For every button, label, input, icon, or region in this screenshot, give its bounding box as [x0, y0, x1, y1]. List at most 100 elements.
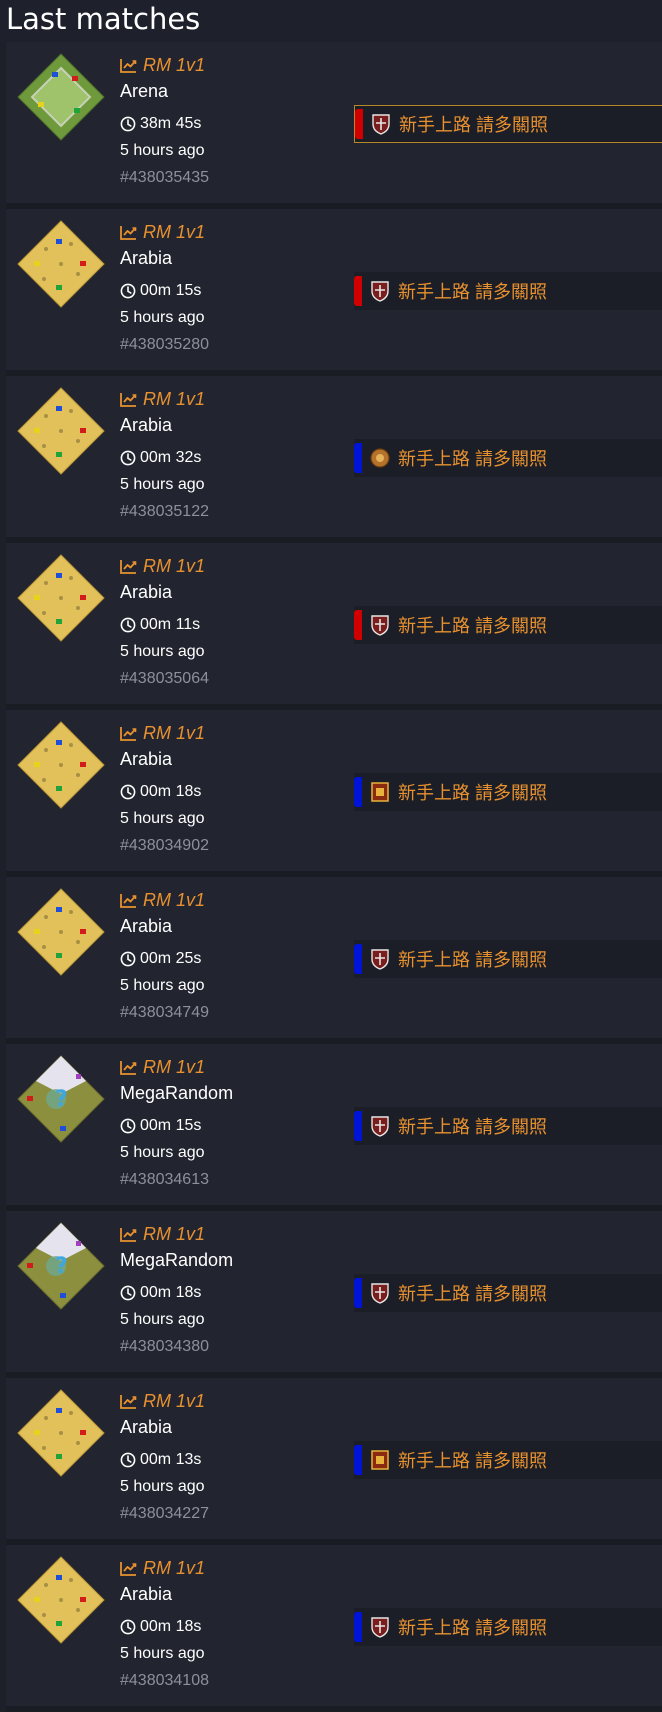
- player-color-bar: [354, 944, 362, 974]
- match-id[interactable]: #438034227: [120, 1500, 340, 1526]
- player-row[interactable]: 新手上路 請多關照: [354, 439, 662, 477]
- clock-icon: [120, 450, 136, 466]
- match-info: RM 1v1 MegaRandom 00m 15s 5 hours ago #4…: [120, 1054, 340, 1192]
- player-row[interactable]: 新手上路 請多關照: [354, 1608, 662, 1646]
- player-color-bar: [354, 276, 362, 306]
- game-mode: RM 1v1: [120, 1054, 340, 1080]
- game-mode: RM 1v1: [120, 887, 340, 913]
- match-duration: 00m 32s: [120, 446, 340, 470]
- civ-shield-icon: [371, 615, 389, 636]
- duration-text: 00m 13s: [140, 1451, 202, 1468]
- match-id[interactable]: #438035280: [120, 331, 340, 357]
- map-name: Arabia: [120, 415, 173, 435]
- player-color-bar: [354, 1111, 362, 1141]
- player-name[interactable]: 新手上路 請多關照: [398, 1113, 547, 1139]
- player-color-bar: [354, 610, 362, 640]
- chart-line-icon: [120, 58, 137, 73]
- clock-icon: [120, 283, 136, 299]
- match-duration: 00m 13s: [120, 1448, 340, 1472]
- map-name: MegaRandom: [120, 1250, 234, 1270]
- clock-icon: [120, 951, 136, 967]
- match-card[interactable]: RM 1v1 Arabia 00m 18s 5 hours ago #43803…: [6, 710, 662, 877]
- match-card[interactable]: RM 1v1 Arabia 00m 18s 5 hours ago #43803…: [6, 1545, 662, 1712]
- svg-text:?: ?: [55, 1087, 68, 1112]
- duration-text: 00m 25s: [140, 950, 202, 967]
- player-row[interactable]: 新手上路 請多關照: [354, 606, 662, 644]
- match-id[interactable]: #438034380: [120, 1333, 340, 1359]
- match-card[interactable]: RM 1v1 Arabia 00m 32s 5 hours ago #43803…: [6, 376, 662, 543]
- map-name: Arabia: [120, 1417, 173, 1437]
- game-mode-label: RM 1v1: [143, 1223, 206, 1244]
- match-id[interactable]: #438034902: [120, 832, 340, 858]
- match-card[interactable]: RM 1v1 Arena 38m 45s 5 hours ago #438035…: [6, 42, 662, 209]
- match-info: RM 1v1 Arabia 00m 15s 5 hours ago #43803…: [120, 219, 340, 357]
- chart-line-icon: [120, 1060, 137, 1075]
- civ-banner-icon: [371, 1450, 389, 1470]
- chart-line-icon: [120, 225, 137, 240]
- match-id[interactable]: #438035064: [120, 665, 340, 691]
- player-row[interactable]: 新手上路 請多關照: [354, 1441, 662, 1479]
- player-name[interactable]: 新手上路 請多關照: [398, 1614, 547, 1640]
- player-name[interactable]: 新手上路 請多關照: [398, 946, 547, 972]
- duration-text: 00m 18s: [140, 783, 202, 800]
- arabia-map-icon: [17, 721, 105, 809]
- time-ago: 5 hours ago: [120, 643, 205, 660]
- match-card[interactable]: RM 1v1 Arabia 00m 25s 5 hours ago #43803…: [6, 877, 662, 1044]
- match-id[interactable]: #438035122: [120, 498, 340, 524]
- chart-line-icon: [120, 1394, 137, 1409]
- player-row[interactable]: 新手上路 請多關照: [354, 1274, 662, 1312]
- civ-shield-icon: [371, 281, 389, 302]
- player-row[interactable]: 新手上路 請多關照: [354, 1107, 662, 1145]
- player-row[interactable]: 新手上路 請多關照: [354, 272, 662, 310]
- match-info: RM 1v1 Arabia 00m 18s 5 hours ago #43803…: [120, 720, 340, 858]
- player-name[interactable]: 新手上路 請多關照: [398, 612, 547, 638]
- match-card[interactable]: RM 1v1 Arabia 00m 11s 5 hours ago #43803…: [6, 543, 662, 710]
- player-row[interactable]: 新手上路 請多關照: [354, 105, 662, 143]
- match-card[interactable]: RM 1v1 Arabia 00m 13s 5 hours ago #43803…: [6, 1378, 662, 1545]
- game-mode: RM 1v1: [120, 1555, 340, 1581]
- player-name[interactable]: 新手上路 請多關照: [398, 278, 547, 304]
- clock-icon: [120, 1452, 136, 1468]
- match-info: RM 1v1 Arabia 00m 11s 5 hours ago #43803…: [120, 553, 340, 691]
- match-id[interactable]: #438035435: [120, 164, 340, 190]
- player-row[interactable]: 新手上路 請多關照: [354, 940, 662, 978]
- player-name[interactable]: 新手上路 請多關照: [398, 779, 547, 805]
- game-mode-label: RM 1v1: [143, 1056, 206, 1077]
- game-mode-label: RM 1v1: [143, 1390, 206, 1411]
- player-color-bar: [355, 109, 363, 139]
- player-name[interactable]: 新手上路 請多關照: [398, 1280, 547, 1306]
- arabia-map-icon: [17, 888, 105, 976]
- match-info: RM 1v1 MegaRandom 00m 18s 5 hours ago #4…: [120, 1221, 340, 1359]
- duration-text: 00m 15s: [140, 1117, 202, 1134]
- time-ago: 5 hours ago: [120, 142, 205, 159]
- match-list: RM 1v1 Arena 38m 45s 5 hours ago #438035…: [0, 42, 662, 1712]
- game-mode: RM 1v1: [120, 1221, 340, 1247]
- match-card[interactable]: ? RM 1v1 MegaRandom 00m 18s 5 hours ago …: [6, 1211, 662, 1378]
- chart-line-icon: [120, 893, 137, 908]
- game-mode-label: RM 1v1: [143, 221, 206, 242]
- match-card[interactable]: ? RM 1v1 MegaRandom 00m 15s 5 hours ago …: [6, 1044, 662, 1211]
- civ-banner-icon: [371, 782, 389, 802]
- chart-line-icon: [120, 559, 137, 574]
- player-name[interactable]: 新手上路 請多關照: [399, 111, 548, 137]
- time-ago: 5 hours ago: [120, 1311, 205, 1328]
- clock-icon: [120, 1285, 136, 1301]
- match-id[interactable]: #438034749: [120, 999, 340, 1025]
- megarandom-map-icon: ?: [17, 1222, 105, 1310]
- map-name: Arabia: [120, 248, 173, 268]
- match-id[interactable]: #438034613: [120, 1166, 340, 1192]
- arabia-map-icon: [17, 1556, 105, 1644]
- match-duration: 00m 18s: [120, 780, 340, 804]
- match-duration: 00m 15s: [120, 1114, 340, 1138]
- match-id[interactable]: #438034108: [120, 1667, 340, 1693]
- player-name[interactable]: 新手上路 請多關照: [398, 445, 547, 471]
- time-ago: 5 hours ago: [120, 1645, 205, 1662]
- game-mode: RM 1v1: [120, 386, 340, 412]
- match-card[interactable]: RM 1v1 Arabia 00m 15s 5 hours ago #43803…: [6, 209, 662, 376]
- map-name: MegaRandom: [120, 1083, 234, 1103]
- player-row[interactable]: 新手上路 請多關照: [354, 773, 662, 811]
- page-title: Last matches: [0, 0, 662, 42]
- time-ago: 5 hours ago: [120, 309, 205, 326]
- time-ago: 5 hours ago: [120, 476, 205, 493]
- player-name[interactable]: 新手上路 請多關照: [398, 1447, 547, 1473]
